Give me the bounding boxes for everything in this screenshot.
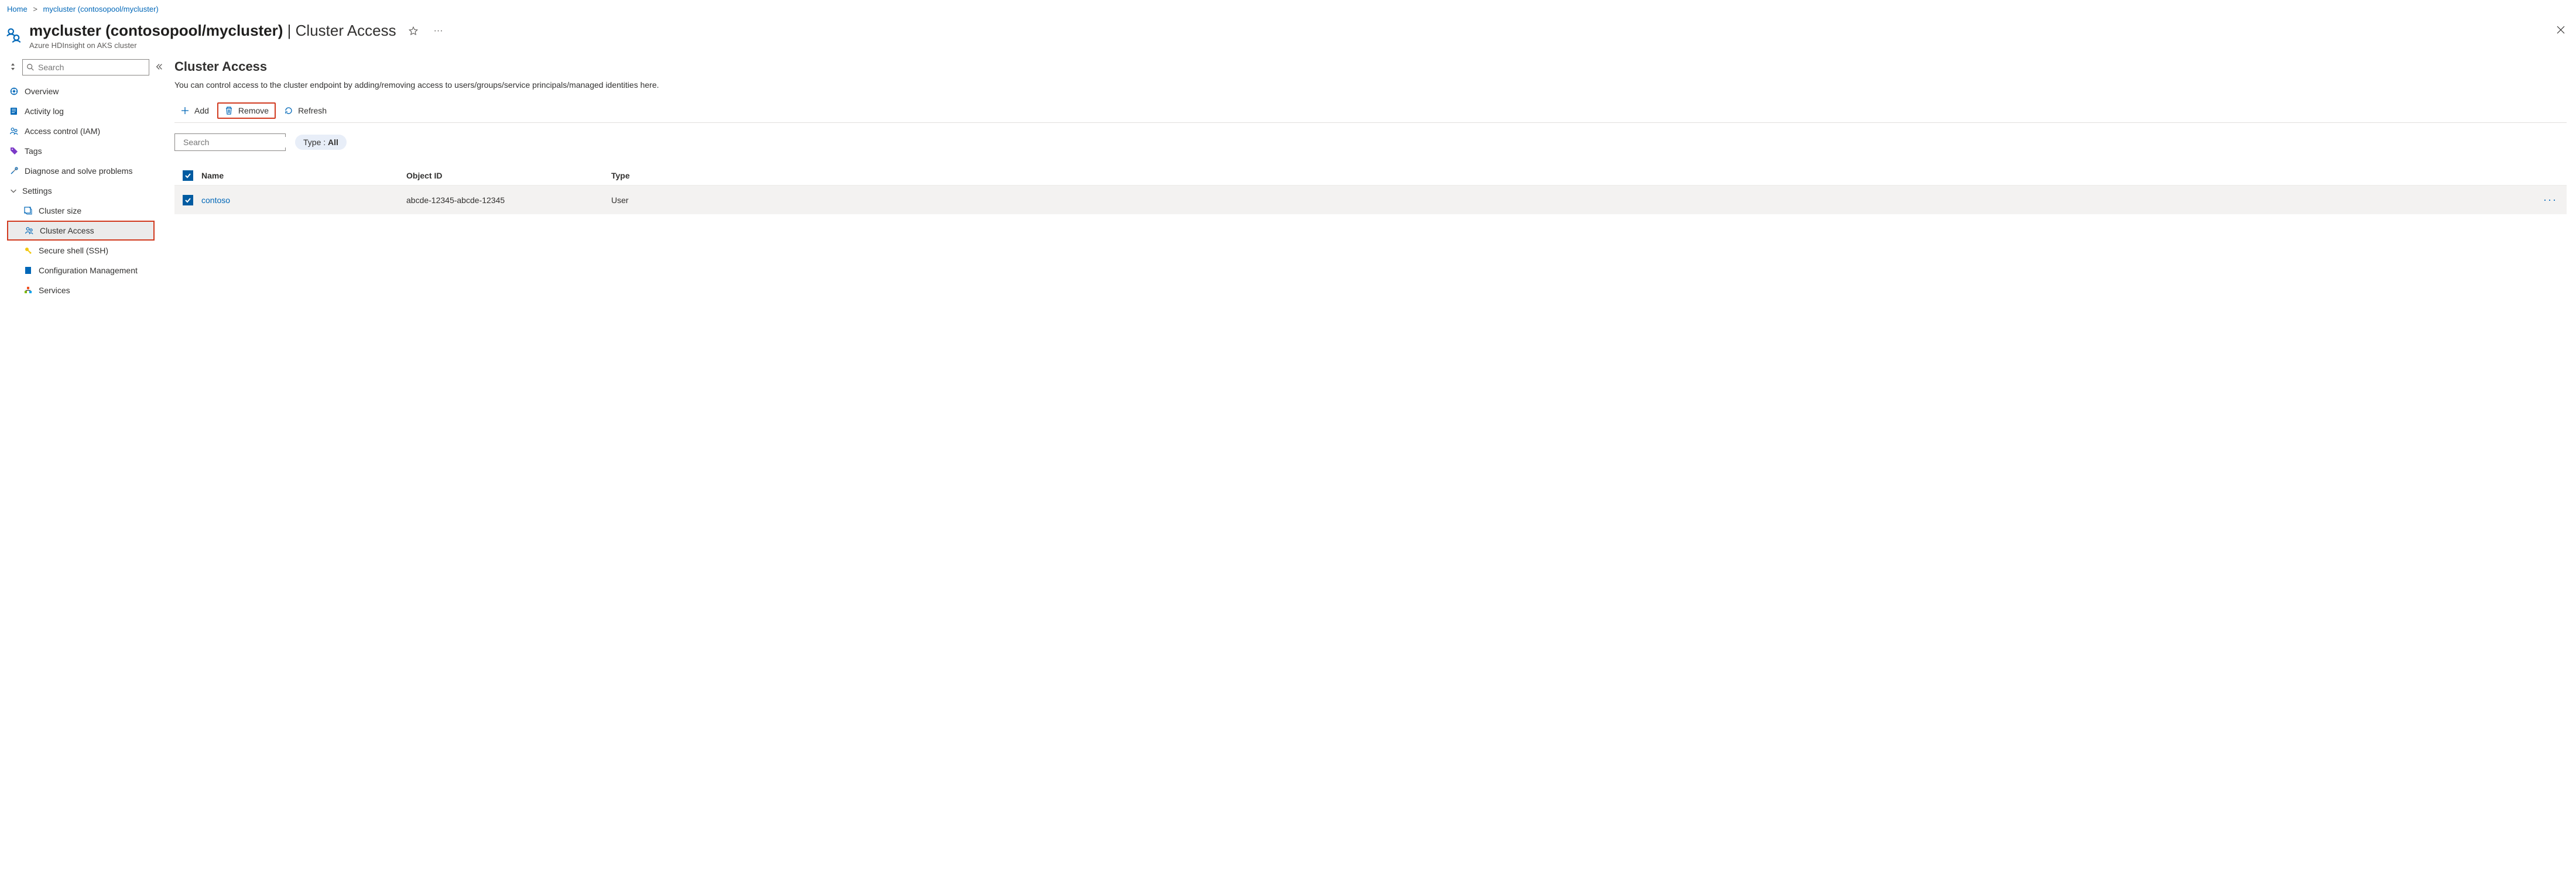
sidebar-item-label: Access control (IAM)	[25, 126, 100, 136]
sidebar-group-settings[interactable]: Settings	[7, 181, 155, 201]
page-header: mycluster (contosopool/mycluster) | Clus…	[0, 18, 2576, 59]
document-icon	[23, 266, 33, 275]
toolbar: Add Remove Refresh	[174, 102, 2567, 123]
close-button[interactable]	[2553, 22, 2569, 38]
page-title: mycluster (contosopool/mycluster) | Clus…	[29, 22, 2553, 40]
row-name-link[interactable]: contoso	[201, 195, 230, 205]
people-icon	[9, 126, 19, 136]
reorder-button[interactable]	[7, 61, 19, 74]
sidebar-item-label: Configuration Management	[39, 266, 138, 275]
sidebar-item-cluster-access[interactable]: Cluster Access	[7, 221, 155, 241]
breadcrumb: Home > mycluster (contosopool/mycluster)	[0, 0, 2576, 18]
sidebar-item-label: Diagnose and solve problems	[25, 166, 132, 176]
ellipsis-icon: ···	[434, 26, 443, 36]
page-title-section: Cluster Access	[296, 22, 396, 39]
row-object-id: abcde-12345-abcde-12345	[406, 195, 611, 205]
refresh-icon	[284, 106, 293, 115]
remove-button[interactable]: Remove	[217, 102, 276, 119]
access-table: Name Object ID Type contoso abcde-12345-…	[174, 166, 2567, 214]
sidebar-item-services[interactable]: Services	[7, 280, 155, 300]
remove-label: Remove	[238, 106, 269, 115]
table-header: Name Object ID Type	[174, 166, 2567, 185]
select-all-checkbox[interactable]	[183, 170, 193, 181]
check-icon	[184, 197, 191, 204]
sort-icon	[9, 63, 16, 70]
sidebar-item-label: Cluster size	[39, 206, 81, 215]
page-subtitle: Azure HDInsight on AKS cluster	[29, 41, 2553, 50]
sidebar-search[interactable]	[22, 59, 149, 76]
sidebar-group-label: Settings	[22, 186, 52, 195]
sidebar-item-label: Cluster Access	[40, 226, 94, 235]
sidebar-item-label: Secure shell (SSH)	[39, 246, 108, 255]
page-title-main: mycluster (contosopool/mycluster)	[29, 22, 283, 39]
key-icon	[23, 246, 33, 255]
favorite-button[interactable]	[405, 22, 422, 40]
header-more-button[interactable]: ···	[430, 22, 447, 40]
row-type: User	[611, 195, 2534, 205]
type-filter[interactable]: Type : All	[295, 135, 347, 150]
breadcrumb-home[interactable]: Home	[7, 5, 28, 13]
sidebar-search-input[interactable]	[35, 62, 145, 73]
wrench-icon	[9, 166, 19, 176]
type-filter-label: Type :	[303, 138, 328, 147]
add-button[interactable]: Add	[174, 104, 215, 118]
add-label: Add	[194, 106, 209, 115]
check-icon	[184, 172, 191, 179]
sidebar-item-label: Tags	[25, 146, 42, 156]
sidebar-item-diagnose[interactable]: Diagnose and solve problems	[7, 161, 155, 181]
plus-icon	[180, 106, 190, 115]
col-header-object-id[interactable]: Object ID	[406, 171, 611, 180]
sidebar-item-activity-log[interactable]: Activity log	[7, 101, 155, 121]
list-search[interactable]	[174, 133, 286, 151]
star-icon	[408, 26, 419, 36]
type-filter-value: All	[328, 138, 338, 147]
close-icon	[2556, 25, 2565, 35]
sidebar-item-config[interactable]: Configuration Management	[7, 260, 155, 280]
sidebar: Overview Activity log Access control (IA…	[0, 59, 157, 307]
row-more-button[interactable]: ···	[2539, 193, 2562, 207]
main-description: You can control access to the cluster en…	[174, 80, 2567, 90]
cluster-icon	[5, 25, 23, 44]
main-title: Cluster Access	[174, 59, 2567, 74]
sidebar-item-label: Activity log	[25, 107, 64, 116]
sidebar-item-label: Services	[39, 286, 70, 295]
log-icon	[9, 107, 19, 116]
refresh-label: Refresh	[298, 106, 327, 115]
sidebar-item-access-control[interactable]: Access control (IAM)	[7, 121, 155, 141]
search-icon	[26, 63, 35, 71]
ellipsis-icon: ···	[2543, 194, 2557, 205]
list-search-input[interactable]	[180, 137, 290, 147]
col-header-type[interactable]: Type	[611, 171, 2534, 180]
scale-icon	[23, 206, 33, 215]
row-checkbox[interactable]	[183, 195, 193, 205]
breadcrumb-separator: >	[29, 5, 41, 13]
sidebar-item-cluster-size[interactable]: Cluster size	[7, 201, 155, 221]
overview-icon	[9, 87, 19, 96]
breadcrumb-current[interactable]: mycluster (contosopool/mycluster)	[43, 5, 159, 13]
chevron-down-icon	[9, 187, 18, 195]
sidebar-item-ssh[interactable]: Secure shell (SSH)	[7, 241, 155, 260]
sidebar-item-label: Overview	[25, 87, 59, 96]
services-icon	[23, 286, 33, 295]
refresh-button[interactable]: Refresh	[278, 104, 333, 118]
col-header-name[interactable]: Name	[201, 171, 406, 180]
main-content: Cluster Access You can control access to…	[157, 59, 2576, 307]
tag-icon	[9, 146, 19, 156]
people-icon	[25, 226, 34, 235]
sidebar-item-overview[interactable]: Overview	[7, 81, 155, 101]
table-row[interactable]: contoso abcde-12345-abcde-12345 User ···	[174, 185, 2567, 214]
trash-icon	[224, 106, 234, 115]
sidebar-item-tags[interactable]: Tags	[7, 141, 155, 161]
